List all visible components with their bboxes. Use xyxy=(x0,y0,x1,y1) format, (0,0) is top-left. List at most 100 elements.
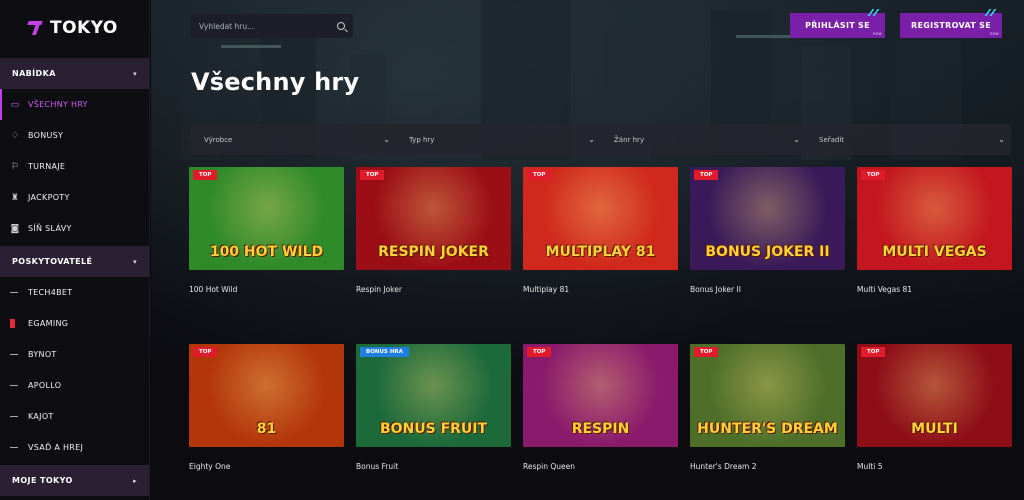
sidebar-item-provider[interactable]: TECH4BET xyxy=(0,277,149,308)
register-button[interactable]: REGISTROVAT SE new xyxy=(900,13,1002,38)
sidebar-item-label: KAJOT xyxy=(28,412,54,421)
game-title[interactable]: Respin Joker xyxy=(356,285,511,294)
filter-typ-hry[interactable]: Typ hry ⌄ xyxy=(396,124,601,155)
accent-slash-icon xyxy=(984,9,998,15)
provider-logo-icon xyxy=(10,416,18,417)
sidebar-item-label: BONUSY xyxy=(28,131,64,140)
game-card[interactable]: TOP RESPIN Respin Queen xyxy=(523,344,678,471)
accent-slash-icon xyxy=(867,9,881,15)
game-card[interactable]: TOP 81 Eighty One xyxy=(189,344,344,471)
section-nabidka[interactable]: NABÍDKA ▾ xyxy=(0,58,149,89)
game-badge: TOP xyxy=(527,347,552,357)
brand-logo[interactable]: TOKYO xyxy=(0,0,149,56)
sidebar-item-label: TURNAJE xyxy=(28,162,66,171)
game-logo-art: BONUS JOKER II xyxy=(705,244,830,261)
game-thumbnail[interactable]: TOP RESPIN xyxy=(523,344,678,447)
sidebar-item-label: TECH4BET xyxy=(28,288,73,297)
game-title[interactable]: Multi Vegas 81 xyxy=(857,285,1012,294)
game-thumbnail[interactable]: TOP HUNTER'S DREAM xyxy=(690,344,845,447)
brand-name: TOKYO xyxy=(50,18,118,38)
game-title[interactable]: Hunter's Dream 2 xyxy=(690,462,845,471)
game-badge: TOP xyxy=(527,170,552,180)
sidebar-item-provider[interactable]: BYNOT xyxy=(0,339,149,370)
game-logo-art: 81 xyxy=(256,421,277,438)
cup-icon: ♜ xyxy=(10,192,20,203)
game-thumbnail[interactable]: TOP 81 xyxy=(189,344,344,447)
camera-icon: ◙ xyxy=(10,223,20,234)
sidebar: TOKYO NABÍDKA ▾ ▭ VŠECHNY HRY ♢ BONUSY ⚐… xyxy=(0,0,150,500)
login-button[interactable]: PŘIHLÁSIT SE new xyxy=(790,13,885,38)
game-card[interactable]: TOP 100 HOT WILD 100 Hot Wild xyxy=(189,167,344,294)
game-logo-art: HUNTER'S DREAM xyxy=(697,421,838,438)
tokyo-logo-icon xyxy=(28,21,44,35)
login-label: PŘIHLÁSIT SE xyxy=(805,21,870,30)
game-title[interactable]: Respin Queen xyxy=(523,462,678,471)
sidebar-item-provider[interactable]: KAJOT xyxy=(0,401,149,432)
game-thumbnail[interactable]: TOP 100 HOT WILD xyxy=(189,167,344,270)
game-thumbnail[interactable]: TOP BONUS JOKER II xyxy=(690,167,845,270)
game-card[interactable]: TOP HUNTER'S DREAM Hunter's Dream 2 xyxy=(690,344,845,471)
game-thumbnail[interactable]: TOP MULTI xyxy=(857,344,1012,447)
filter-bar: Výrobce ⌄ Typ hry ⌄ Žánr hry ⌄ Seřadit ⌄ xyxy=(191,124,1011,155)
chevron-down-icon: ▾ xyxy=(133,257,137,266)
search-icon[interactable] xyxy=(337,22,345,30)
section-poskytovatele[interactable]: POSKYTOVATELÉ ▾ xyxy=(0,246,149,277)
chevron-down-icon: ⌄ xyxy=(383,135,390,144)
game-title[interactable]: 100 Hot Wild xyxy=(189,285,344,294)
sidebar-item-provider[interactable]: APOLLO xyxy=(0,370,149,401)
game-badge: TOP xyxy=(861,170,886,180)
game-thumbnail[interactable]: TOP MULTIPLAY 81 xyxy=(523,167,678,270)
game-thumbnail[interactable]: BONUS HRA BONUS FRUIT xyxy=(356,344,511,447)
sidebar-item-turnaje[interactable]: ⚐ TURNAJE xyxy=(0,151,149,182)
game-badge: TOP xyxy=(694,170,719,180)
filter-vyrobce[interactable]: Výrobce ⌄ xyxy=(191,124,396,155)
game-badge: TOP xyxy=(861,347,886,357)
provider-logo-icon xyxy=(10,292,18,293)
game-card[interactable]: TOP MULTI VEGAS Multi Vegas 81 xyxy=(857,167,1012,294)
chevron-down-icon: ⌄ xyxy=(998,135,1005,144)
flag-icon: ⚐ xyxy=(10,161,20,172)
game-thumbnail[interactable]: TOP RESPIN JOKER xyxy=(356,167,511,270)
filter-zanr-hry[interactable]: Žánr hry ⌄ xyxy=(601,124,806,155)
game-thumbnail[interactable]: TOP MULTI VEGAS xyxy=(857,167,1012,270)
new-tag: new xyxy=(872,31,882,36)
sidebar-item-label: VŠECHNY HRY xyxy=(28,100,88,109)
game-title[interactable]: Multi 5 xyxy=(857,462,1012,471)
filter-label: Seřadit xyxy=(819,135,845,144)
sidebar-item-provider[interactable]: EGAMING xyxy=(0,308,149,339)
filter-label: Výrobce xyxy=(204,135,233,144)
sidebar-item-label: VSAĎ A HREJ xyxy=(28,443,84,452)
section-label: POSKYTOVATELÉ xyxy=(12,257,93,266)
game-title[interactable]: Multiplay 81 xyxy=(523,285,678,294)
game-badge: TOP xyxy=(360,170,385,180)
main-content: Vyhledat hru... PŘIHLÁSIT SE new REGISTR… xyxy=(151,0,1024,500)
game-title[interactable]: Eighty One xyxy=(189,462,344,471)
game-card[interactable]: TOP MULTIPLAY 81 Multiplay 81 xyxy=(523,167,678,294)
sidebar-item-jackpoty[interactable]: ♜ JACKPOTY xyxy=(0,182,149,213)
sidebar-item-provider[interactable]: VSAĎ A HREJ xyxy=(0,432,149,463)
game-logo-art: RESPIN xyxy=(571,421,630,438)
game-card[interactable]: TOP BONUS JOKER II Bonus Joker II xyxy=(690,167,845,294)
new-tag: new xyxy=(989,31,999,36)
search-input[interactable]: Vyhledat hru... xyxy=(191,14,353,38)
sidebar-item-bonusy[interactable]: ♢ BONUSY xyxy=(0,120,149,151)
filter-seradit[interactable]: Seřadit ⌄ xyxy=(806,124,1011,155)
game-title[interactable]: Bonus Fruit xyxy=(356,462,511,471)
search-placeholder: Vyhledat hru... xyxy=(199,21,255,31)
filter-label: Žánr hry xyxy=(614,135,645,144)
game-title[interactable]: Bonus Joker II xyxy=(690,285,845,294)
game-badge: TOP xyxy=(193,347,218,357)
sidebar-item-label: SÍŇ SLÁVY xyxy=(28,224,72,233)
sidebar-item-label: APOLLO xyxy=(28,381,62,390)
provider-logo-icon xyxy=(10,385,18,386)
game-logo-art: MULTI xyxy=(911,421,958,438)
sidebar-item-vsechny-hry[interactable]: ▭ VŠECHNY HRY xyxy=(0,89,149,120)
section-moje-tokyo[interactable]: MOJE TOKYO ▸ xyxy=(0,465,149,496)
chevron-down-icon: ⌄ xyxy=(588,135,595,144)
game-card[interactable]: BONUS HRA BONUS FRUIT Bonus Fruit xyxy=(356,344,511,471)
sidebar-item-sin-slavy[interactable]: ◙ SÍŇ SLÁVY xyxy=(0,213,149,244)
game-card[interactable]: TOP RESPIN JOKER Respin Joker xyxy=(356,167,511,294)
game-card[interactable]: TOP MULTI Multi 5 xyxy=(857,344,1012,471)
chevron-right-icon: ▸ xyxy=(133,476,137,485)
sidebar-item-label: EGAMING xyxy=(28,319,69,328)
